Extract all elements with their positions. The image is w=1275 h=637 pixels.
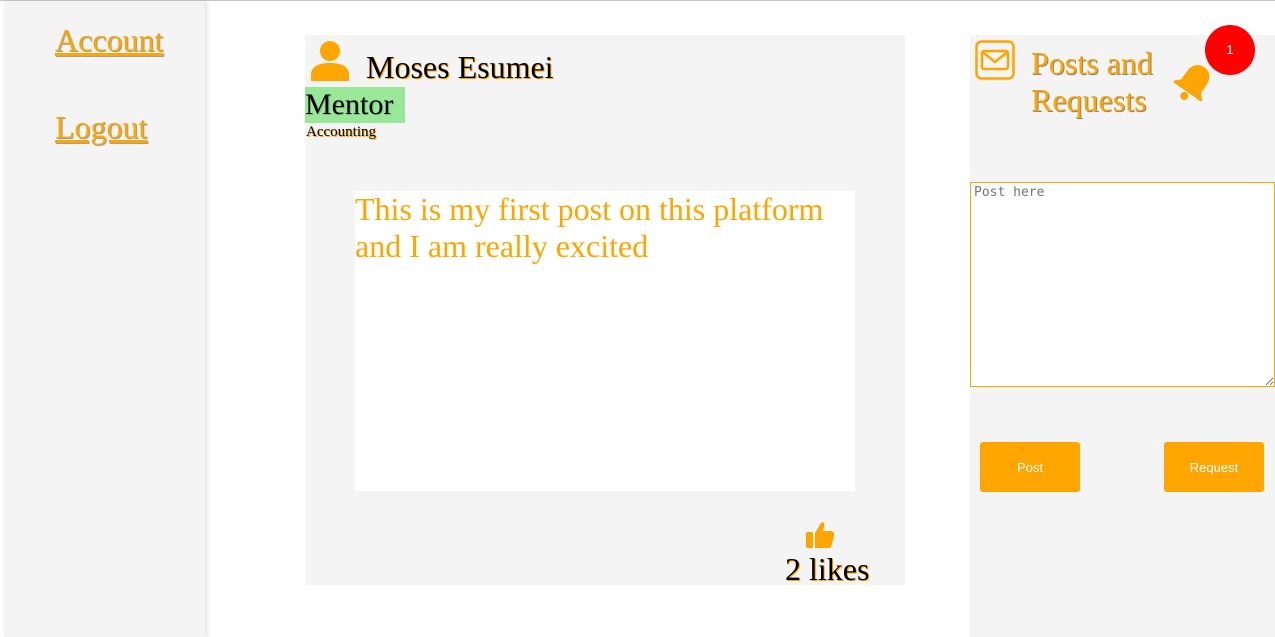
role-badge: Mentor	[305, 87, 405, 123]
panel-title: Posts and Requests	[1031, 45, 1153, 118]
request-button[interactable]: Request	[1164, 442, 1264, 492]
author-name: Moses Esumei	[366, 49, 554, 85]
post-input[interactable]	[970, 182, 1275, 387]
posts-requests-panel: Posts and Requests 1 Post Request	[970, 25, 1275, 637]
bell-icon[interactable]	[1172, 60, 1216, 104]
envelope-icon[interactable]	[975, 40, 1015, 80]
post-button[interactable]: Post	[980, 442, 1080, 492]
like-count: 2 likes	[785, 551, 870, 587]
post-card: Moses Esumei Mentor Accounting This is m…	[305, 35, 905, 587]
sidebar: Account Logout	[4, 1, 205, 637]
sidebar-item-account[interactable]: Account	[55, 22, 163, 59]
thumbs-up-icon[interactable]	[805, 521, 835, 549]
sidebar-item-logout[interactable]: Logout	[55, 109, 147, 146]
user-icon	[311, 41, 349, 81]
post-text: This is my first post on this platform a…	[355, 191, 824, 264]
post-body: This is my first post on this platform a…	[355, 191, 855, 491]
notification-badge[interactable]: 1	[1205, 25, 1255, 75]
field-label: Accounting	[306, 124, 376, 140]
